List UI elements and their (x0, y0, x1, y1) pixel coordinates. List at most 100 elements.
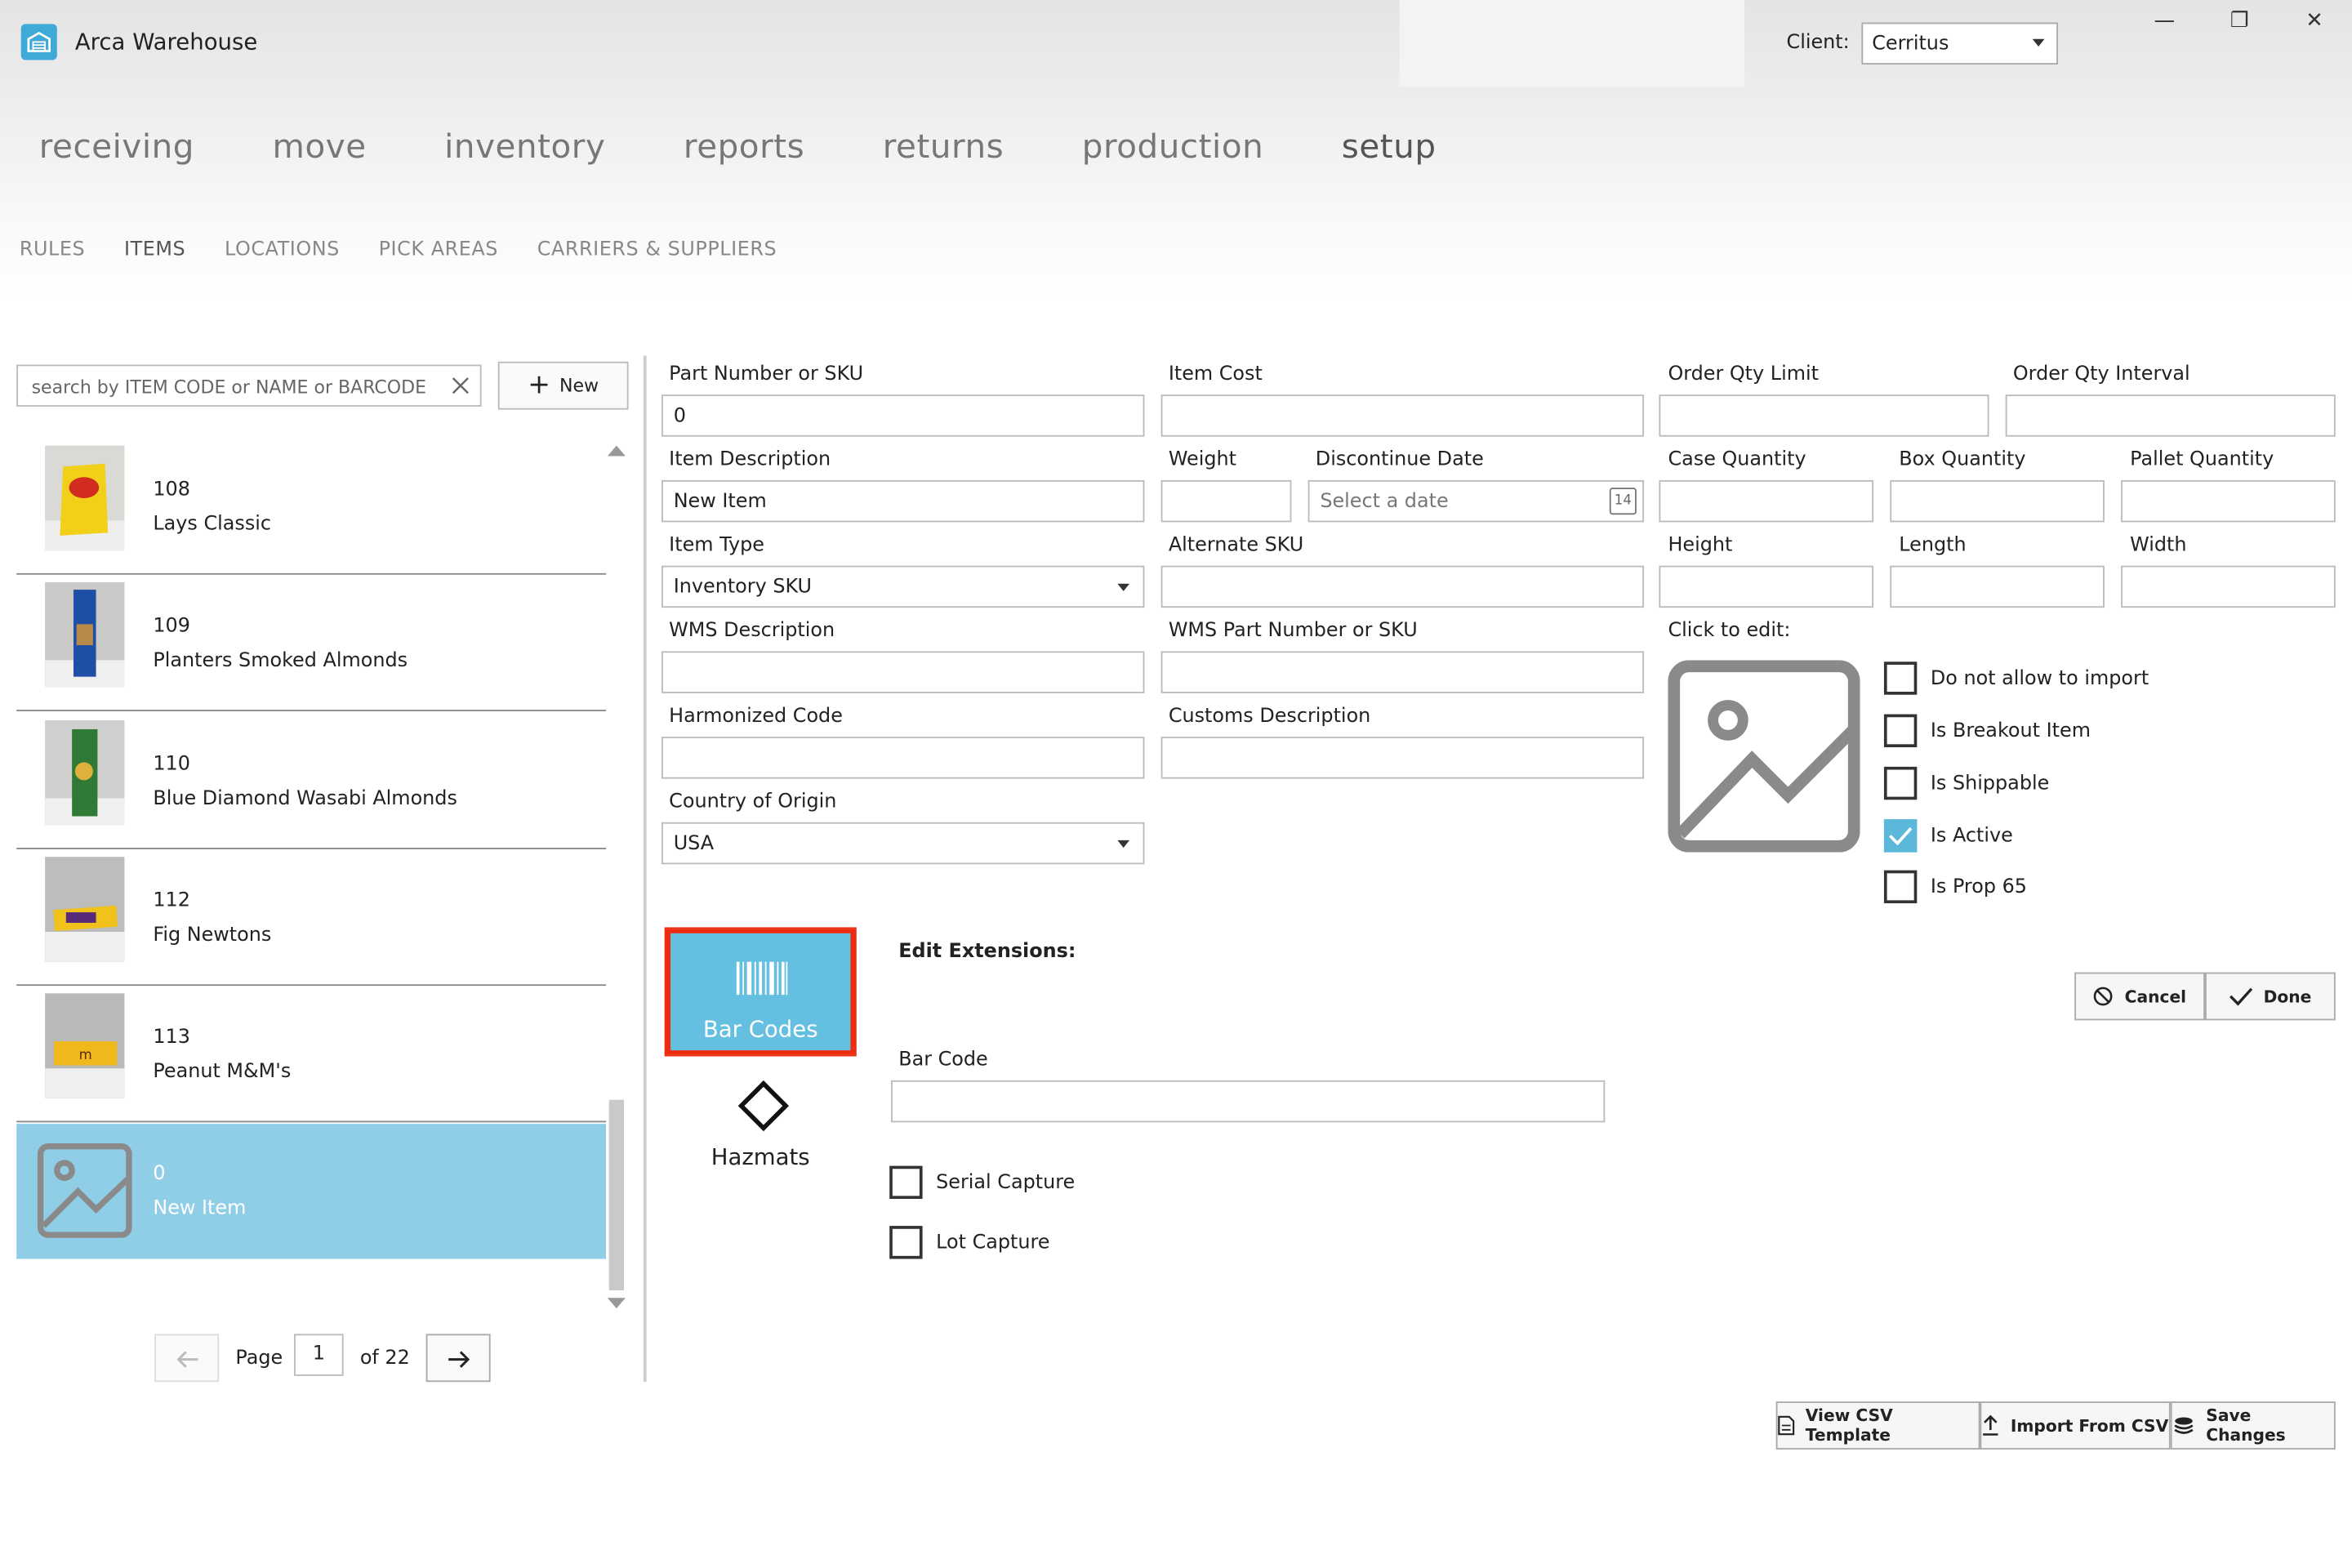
clear-search-icon[interactable] (448, 373, 472, 397)
flag-do-not-allow-import[interactable]: Do not allow to import (1883, 662, 2149, 695)
list-item[interactable]: 112 Fig Newtons (16, 851, 607, 987)
serial-capture-option[interactable]: Serial Capture (889, 1165, 1076, 1200)
nav-production[interactable]: production (1082, 129, 1264, 167)
done-button-label: Done (2263, 987, 2312, 1006)
svg-text:m: m (79, 1047, 92, 1062)
hazmat-diamond-icon (737, 1080, 790, 1132)
lot-capture-option[interactable]: Lot Capture (889, 1226, 1050, 1259)
pallet-quantity-input[interactable] (2121, 479, 2336, 523)
search-input[interactable]: search by ITEM CODE or NAME or BARCODE (16, 364, 482, 407)
flag-is-prop-65[interactable]: Is Prop 65 (1883, 870, 2027, 904)
item-image-placeholder-icon[interactable] (1668, 660, 1860, 853)
discontinue-date-picker[interactable]: Select a date 14 (1307, 479, 1645, 523)
customs-description-input[interactable] (1160, 737, 1645, 779)
item-description-input[interactable]: New Item (661, 479, 1145, 523)
weight-input[interactable] (1160, 479, 1292, 523)
calendar-icon[interactable]: 14 (1609, 488, 1637, 515)
checkbox-checked[interactable] (1883, 819, 1918, 853)
list-item[interactable]: m 113 Peanut M&M's (16, 987, 607, 1123)
tab-locations[interactable]: LOCATIONS (225, 238, 340, 261)
customs-description-label: Customs Description (1168, 705, 1371, 728)
cancel-button[interactable]: Cancel (2074, 972, 2205, 1021)
tab-items[interactable]: ITEMS (124, 238, 185, 261)
document-icon (1778, 1415, 1795, 1436)
list-item-selected[interactable]: 0 New Item (16, 1124, 607, 1259)
bar-codes-tile[interactable]: Bar Codes (664, 927, 857, 1057)
list-item[interactable]: 109 Planters Smoked Almonds (16, 577, 607, 711)
wms-description-input[interactable] (661, 651, 1145, 693)
item-name: Fig Newtons (153, 924, 272, 947)
panel-divider (643, 355, 647, 1383)
item-name: Peanut M&M's (153, 1060, 292, 1084)
alternate-sku-input[interactable] (1160, 565, 1645, 608)
wms-part-number-input[interactable] (1160, 651, 1645, 693)
prev-page-button[interactable] (154, 1334, 220, 1383)
length-input[interactable] (1890, 565, 2105, 608)
checkbox[interactable] (889, 1165, 923, 1200)
width-input[interactable] (2121, 565, 2336, 608)
height-label: Height (1668, 534, 1733, 557)
save-changes-button[interactable]: Save Changes (2170, 1401, 2336, 1450)
list-item[interactable]: 110 Blue Diamond Wasabi Almonds (16, 715, 607, 849)
harmonized-code-input[interactable] (661, 737, 1145, 779)
main-nav: receiving move inventory reports returns… (39, 129, 1514, 167)
search-placeholder: search by ITEM CODE or NAME or BARCODE (31, 376, 427, 398)
list-item[interactable]: 108 Lays Classic (16, 439, 607, 575)
flag-is-breakout-item[interactable]: Is Breakout Item (1883, 714, 2091, 747)
client-select[interactable]: Cerritus (1861, 22, 2058, 65)
country-of-origin-label: Country of Origin (669, 791, 837, 813)
nav-setup[interactable]: setup (1342, 129, 1437, 167)
scroll-down-arrow[interactable] (607, 1298, 626, 1309)
part-number-input[interactable]: 0 (661, 394, 1145, 437)
restore-button[interactable]: ❐ (2221, 9, 2257, 39)
view-csv-template-label: View CSV Template (1805, 1405, 1893, 1446)
checkbox[interactable] (1883, 714, 1918, 747)
serial-capture-label: Serial Capture (936, 1171, 1076, 1194)
height-input[interactable] (1659, 565, 1874, 608)
item-code: 113 (153, 1026, 190, 1049)
minimize-button[interactable]: — (2146, 9, 2182, 39)
click-to-edit-label: Click to edit: (1668, 619, 1791, 643)
checkbox[interactable] (1883, 662, 1918, 695)
tab-pick-areas[interactable]: PICK AREAS (379, 238, 498, 261)
order-qty-limit-input[interactable] (1659, 394, 1989, 437)
flag-is-active[interactable]: Is Active (1883, 819, 2013, 853)
nav-receiving[interactable]: receiving (39, 129, 194, 167)
nav-returns[interactable]: returns (883, 129, 1004, 167)
nav-inventory[interactable]: inventory (444, 129, 605, 167)
item-thumbnail: m (45, 993, 125, 1098)
page-number-input[interactable]: 1 (293, 1334, 344, 1376)
next-page-button[interactable] (425, 1334, 491, 1383)
box-quantity-input[interactable] (1890, 479, 2105, 523)
import-from-csv-button[interactable]: Import From CSV (1980, 1401, 2171, 1450)
new-item-button[interactable]: + New (497, 361, 629, 410)
bar-code-input[interactable] (891, 1080, 1606, 1123)
item-name: Planters Smoked Almonds (153, 649, 408, 673)
country-of-origin-select[interactable]: USA (661, 822, 1145, 865)
item-cost-label: Item Cost (1168, 363, 1263, 386)
nav-move[interactable]: move (273, 129, 367, 167)
scrollbar-thumb[interactable] (608, 1099, 625, 1291)
flag-is-shippable[interactable]: Is Shippable (1883, 766, 2049, 800)
view-csv-template-button[interactable]: View CSV Template (1775, 1401, 1980, 1450)
checkbox[interactable] (889, 1226, 923, 1259)
close-button[interactable]: ✕ (2296, 9, 2332, 39)
flag-label: Is Active (1930, 824, 2013, 848)
harmonized-code-label: Harmonized Code (669, 705, 843, 728)
import-from-csv-label: Import From CSV (2010, 1415, 2169, 1436)
checkbox[interactable] (1883, 870, 1918, 904)
sub-nav: RULES ITEMS LOCATIONS PICK AREAS CARRIER… (20, 238, 816, 261)
checkbox[interactable] (1883, 766, 1918, 800)
tab-rules[interactable]: RULES (20, 238, 85, 261)
scroll-up-arrow[interactable] (607, 445, 626, 457)
item-name: Blue Diamond Wasabi Almonds (153, 787, 457, 811)
tab-carriers-suppliers[interactable]: CARRIERS & SUPPLIERS (537, 238, 777, 261)
hazmats-tile[interactable]: Hazmats (666, 1077, 855, 1174)
item-cost-input[interactable] (1160, 394, 1645, 437)
case-quantity-input[interactable] (1659, 479, 1874, 523)
arrow-right-icon (448, 1351, 470, 1368)
done-button[interactable]: Done (2204, 972, 2336, 1021)
item-type-select[interactable]: Inventory SKU (661, 565, 1145, 608)
order-qty-interval-input[interactable] (2005, 394, 2336, 437)
nav-reports[interactable]: reports (684, 129, 804, 167)
